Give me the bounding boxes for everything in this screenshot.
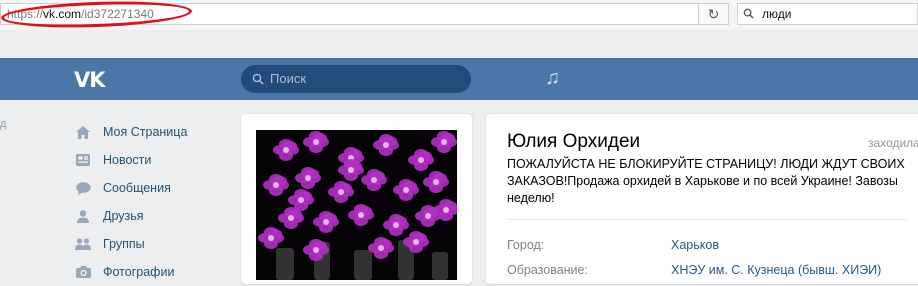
messages-icon [74,181,92,195]
profile-status-text[interactable]: ПОЖАЛУЙСТА НЕ БЛОКИРУЙТЕ СТРАНИЦУ! ЛЮДИ … [507,156,918,207]
home-icon [74,125,92,139]
profile-name: Юлия Орхидеи [507,131,641,152]
nav-item-label: Фотографии [103,265,175,279]
nav-item-my-page[interactable]: Моя Страница [74,118,224,146]
search-icon [252,73,264,85]
search-icon [743,8,754,19]
browser-toolbar: https://vk.com/id372271340 ↻ люди [0,0,918,31]
nav-item-news[interactable]: Новости [74,146,224,174]
profile-photo-card [241,114,472,284]
profile-info-card: Юлия Орхидеи заходила ПОЖАЛУЙСТА НЕ БЛОК… [486,114,918,284]
friends-icon [74,209,92,223]
nav-item-label: Друзья [103,209,144,223]
profile-photo[interactable] [256,130,457,280]
online-status: заходила [868,136,918,150]
vk-search-placeholder: Поиск [270,71,307,86]
nav-item-messages[interactable]: Сообщения [74,174,224,202]
divider [507,219,907,220]
nav-item-label: Моя Страница [103,125,188,139]
vk-header: VK Поиск ♫ [0,58,918,100]
browser-search-value: люди [762,7,792,21]
left-navigation: Моя Страница Новости Сообщения Друзья Гр… [74,118,224,286]
photos-icon [74,265,92,279]
nav-item-label: Сообщения [103,181,171,195]
vk-logo[interactable]: VK [74,68,106,92]
news-icon [74,153,92,167]
browser-search-field[interactable]: люди [737,3,918,25]
vk-search-input[interactable]: Поиск [241,65,471,93]
city-label: Город: [507,238,545,252]
nav-item-label: Группы [103,237,145,251]
nav-item-groups[interactable]: Группы [74,230,224,258]
groups-icon [74,237,92,251]
reload-icon: ↻ [707,5,720,22]
education-link[interactable]: ХНЭУ им. С. Кузнеца (бывш. ХИЭИ) [671,263,881,277]
music-icon[interactable]: ♫ [545,67,560,90]
left-edge-fragment: д [0,118,7,130]
nav-item-photos[interactable]: Фотографии [74,258,224,286]
nav-item-friends[interactable]: Друзья [74,202,224,230]
nav-item-label: Новости [103,153,152,167]
city-link[interactable]: Харьков [671,238,719,252]
reload-button[interactable]: ↻ [699,3,729,25]
education-label: Образование: [507,263,588,277]
